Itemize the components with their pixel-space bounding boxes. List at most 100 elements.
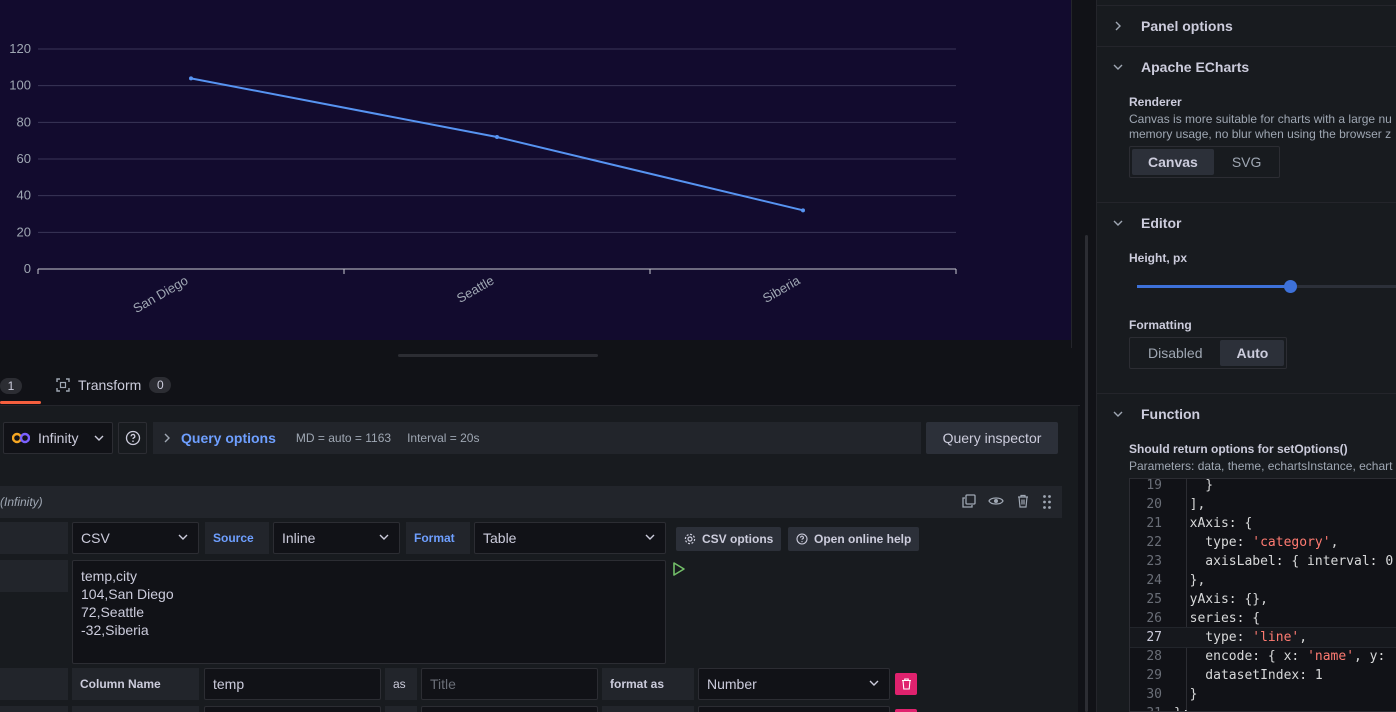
code-line[interactable]: 28 encode: { x: 'name', y: [1130, 647, 1396, 666]
section-panel-options[interactable]: Panel options [1097, 5, 1396, 45]
function-title: Should return options for setOptions() [1129, 442, 1348, 456]
line-chart: 0 20 40 60 80 100 120 San Diego Seattle Siberia [9, 41, 957, 316]
line-number: 31 [1130, 704, 1174, 711]
tab-transform-label: Transform [78, 377, 142, 393]
next-row-column-input[interactable] [204, 706, 381, 712]
x-tick-label: San Diego [130, 273, 190, 316]
y-tick-label: 80 [17, 114, 31, 129]
line-number: 27 [1146, 630, 1162, 645]
column-title-input[interactable]: Title [421, 668, 598, 700]
code-line[interactable]: 19 } [1130, 478, 1396, 495]
code-line[interactable]: 26 series: { [1130, 609, 1396, 628]
function-desc: Parameters: data, theme, echartsInstance… [1129, 459, 1393, 473]
source-select[interactable]: Inline [273, 522, 400, 554]
code-text: datasetIndex: 1 [1174, 668, 1323, 683]
chevron-down-icon [1113, 220, 1123, 226]
formatting-auto-option[interactable]: Auto [1220, 340, 1285, 366]
code-text: type: 'category', [1174, 535, 1339, 550]
inline-data-textarea[interactable]: temp,city 104,San Diego 72,Seattle -32,S… [72, 560, 666, 664]
section-apache-echarts[interactable]: Apache ECharts [1097, 46, 1396, 86]
section-editor[interactable]: Editor [1097, 202, 1396, 242]
code-text: } [1174, 478, 1214, 493]
next-row-format-select[interactable] [698, 706, 890, 712]
format-select[interactable]: Table [474, 522, 666, 554]
chevron-down-icon [379, 534, 389, 540]
height-label: Height, px [1129, 251, 1188, 265]
next-row-title-input[interactable] [421, 706, 598, 712]
renderer-canvas-option[interactable]: Canvas [1132, 149, 1214, 175]
online-help-label: Open online help [814, 532, 912, 546]
y-tick-label: 40 [17, 188, 31, 203]
section-function-title: Function [1141, 405, 1201, 422]
code-line[interactable]: 24 }, [1130, 571, 1396, 590]
code-text: series: { [1174, 611, 1261, 626]
play-icon[interactable] [672, 561, 686, 577]
pane-scrollbar[interactable] [1085, 235, 1088, 712]
line-number: 23 [1146, 554, 1162, 569]
chevron-right-icon [1115, 21, 1121, 30]
y-tick-label: 0 [24, 261, 31, 276]
renderer-svg-option[interactable]: SVG [1216, 149, 1278, 175]
chevron-down-icon [94, 435, 104, 441]
code-line[interactable]: 25 yAxis: {}, [1130, 590, 1396, 609]
duplicate-query-icon[interactable] [962, 494, 976, 508]
code-line[interactable]: 31}; [1130, 704, 1396, 711]
next-row-column-label [72, 706, 199, 712]
chevron-down-icon [1113, 411, 1123, 417]
chevron-down-icon [178, 534, 188, 540]
panel-edge [1071, 0, 1080, 348]
line-number: 29 [1146, 668, 1162, 683]
function-code-editor[interactable]: 19 } 20 ], 21 xAxis: {22 type: 'category',… [1129, 478, 1396, 712]
line-number: 20 [1146, 497, 1162, 512]
data-point [801, 208, 805, 213]
section-function[interactable]: Function [1097, 393, 1396, 433]
code-text: type: 'line', [1174, 630, 1308, 645]
tab-transform[interactable]: Transform 0 [56, 377, 172, 393]
type-select-value: CSV [81, 530, 110, 546]
line-number: 26 [1146, 611, 1162, 626]
query-inspector-button[interactable]: Query inspector [926, 422, 1058, 454]
code-text: axisLabel: { interval: 0 [1174, 554, 1394, 569]
delete-column-button[interactable] [895, 673, 917, 695]
csv-options-button[interactable]: CSV options [676, 527, 782, 551]
next-row-label [0, 706, 68, 712]
datasource-help-button[interactable] [118, 422, 147, 454]
format-as-select[interactable]: Number [698, 668, 890, 700]
renderer-desc-2: memory usage, no blur when using the bro… [1129, 127, 1392, 141]
code-line[interactable]: 27 type: 'line', [1130, 627, 1396, 648]
line-number: 19 [1146, 478, 1162, 493]
drag-handle-icon[interactable] [1042, 494, 1052, 510]
csv-options-label: CSV options [702, 532, 774, 546]
section-editor-title: Editor [1141, 214, 1182, 231]
line-number: 22 [1146, 535, 1162, 550]
trash-icon[interactable] [1016, 494, 1030, 508]
code-line[interactable]: 30 } [1130, 685, 1396, 704]
source-label: Source [205, 522, 269, 554]
line-number: 30 [1146, 687, 1162, 702]
data-field-label [0, 560, 68, 592]
height-slider-thumb[interactable] [1284, 280, 1298, 293]
formatting-disabled-option[interactable]: Disabled [1132, 340, 1218, 366]
code-line[interactable]: 22 type: 'category', [1130, 533, 1396, 552]
query-options-bar[interactable]: Query options MD = auto = 1163 Interval … [153, 422, 921, 454]
renderer-radio-group: Canvas SVG [1129, 146, 1281, 178]
code-text: yAxis: {}, [1174, 592, 1268, 607]
section-apache-echarts-title: Apache ECharts [1141, 58, 1250, 75]
chevron-down-icon [645, 534, 655, 540]
online-help-button[interactable]: Open online help [788, 527, 920, 551]
column-selector-input[interactable]: temp [204, 668, 381, 700]
code-line[interactable]: 29 datasetIndex: 1 [1130, 666, 1396, 685]
type-select[interactable]: CSV [72, 522, 199, 554]
series-line [190, 77, 804, 212]
code-line[interactable]: 21 xAxis: { [1130, 514, 1396, 533]
question-circle-icon [125, 430, 140, 446]
query-row-header: (Infinity) [0, 486, 1062, 518]
gear-icon [684, 533, 696, 545]
eye-icon[interactable] [988, 494, 1004, 508]
code-line[interactable]: 23 axisLabel: { interval: 0 [1130, 552, 1396, 571]
code-line[interactable]: 20 ], [1130, 495, 1396, 514]
code-text: }; [1174, 704, 1190, 711]
datasource-picker[interactable]: Infinity [3, 422, 113, 454]
panel-resize-handle[interactable] [398, 354, 598, 357]
columns-field-label [0, 668, 68, 700]
